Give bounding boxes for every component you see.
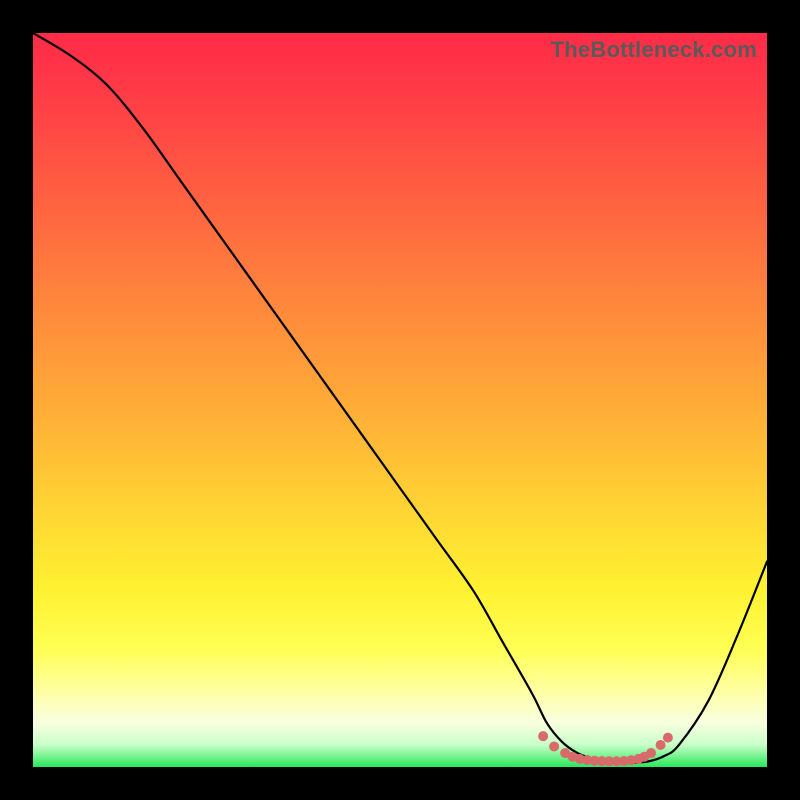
optimal-dot [646,748,656,758]
curve-layer [33,33,767,767]
watermark-text: TheBottleneck.com [551,37,757,63]
optimal-dot [549,741,559,751]
plot-area: TheBottleneck.com [33,33,767,767]
bottleneck-curve [33,33,767,763]
optimal-dot [663,733,673,743]
optimal-dot [656,740,666,750]
optimal-dot [538,731,548,741]
chart-frame: TheBottleneck.com [0,0,800,800]
